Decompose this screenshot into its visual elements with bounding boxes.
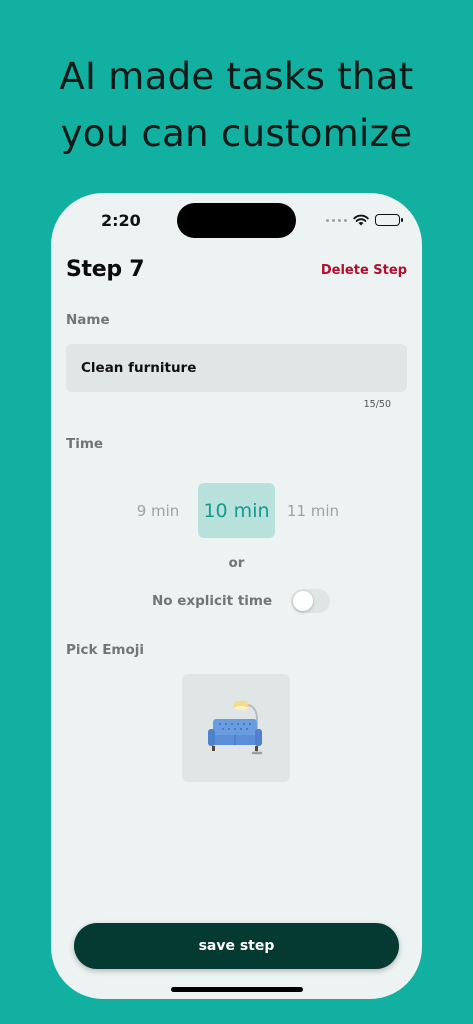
headline-line-1: AI made tasks that — [59, 55, 414, 98]
save-step-button[interactable]: save step — [74, 923, 399, 969]
time-picker[interactable]: 9 min 10 min 11 min — [51, 483, 422, 538]
name-label: Name — [66, 312, 110, 328]
status-time: 2:20 — [101, 211, 141, 230]
toggle-knob — [293, 591, 314, 611]
pick-emoji-label: Pick Emoji — [66, 642, 145, 658]
no-explicit-time-toggle[interactable] — [291, 589, 331, 613]
delete-step-button[interactable]: Delete Step — [321, 263, 407, 278]
name-field[interactable]: Clean furniture — [66, 344, 407, 392]
or-separator: or — [228, 555, 245, 571]
time-option-next[interactable]: 11 min — [283, 483, 343, 538]
battery-icon — [375, 214, 403, 226]
headline-line-2: you can customize — [60, 112, 413, 155]
phone-screen: 2:20 Step 7 Delete Step Name Clean furni… — [51, 193, 422, 999]
time-option-prev[interactable]: 9 min — [128, 483, 188, 538]
character-counter: 15/50 — [363, 399, 391, 410]
wifi-icon — [353, 211, 369, 230]
no-explicit-time-row: No explicit time — [152, 589, 331, 613]
page-title: Step 7 — [66, 257, 145, 282]
time-option-selected[interactable]: 10 min — [198, 483, 275, 538]
time-label: Time — [66, 436, 104, 452]
couch-and-lamp-icon — [205, 695, 267, 761]
status-icons — [326, 211, 403, 230]
dynamic-island — [177, 203, 296, 238]
promo-headline: AI made tasks that you can customize — [0, 48, 473, 162]
name-field-value: Clean furniture — [81, 360, 197, 376]
no-explicit-time-label: No explicit time — [152, 593, 273, 609]
emoji-picker-button[interactable] — [182, 674, 290, 782]
home-indicator — [171, 987, 303, 992]
cellular-signal-icon — [326, 218, 347, 222]
